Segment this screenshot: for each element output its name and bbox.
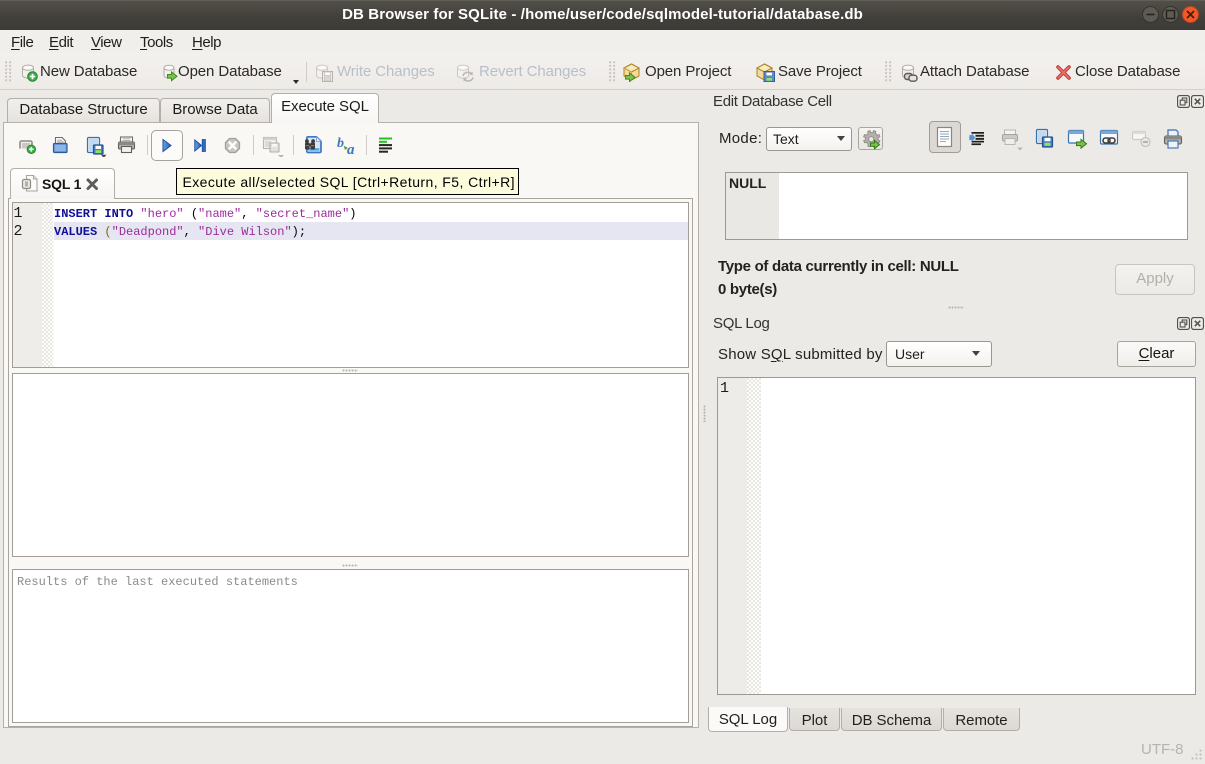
svg-text:b: b xyxy=(337,136,344,151)
svg-text:a: a xyxy=(347,142,355,155)
